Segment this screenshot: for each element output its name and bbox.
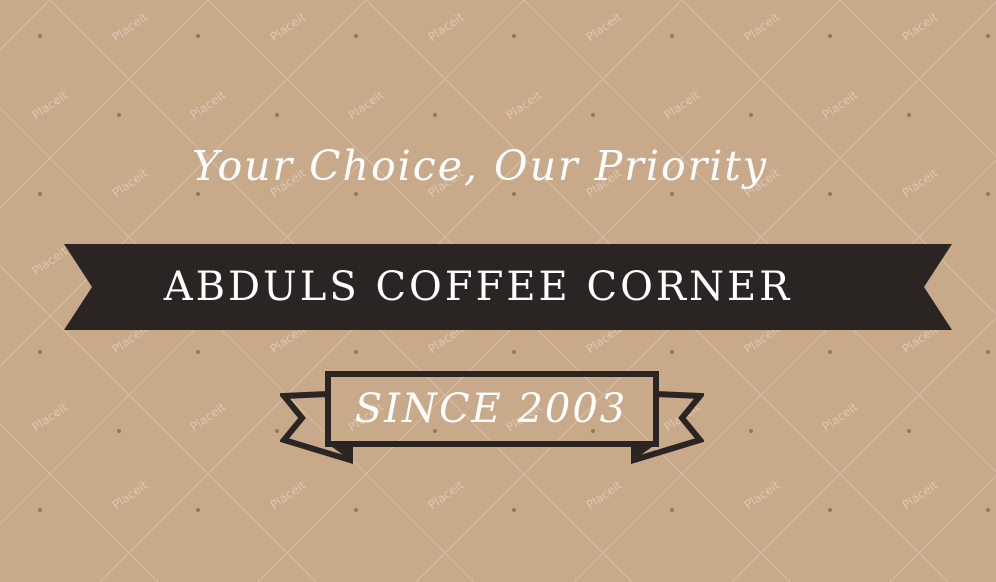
pattern-dot	[275, 113, 279, 117]
pattern-dot	[117, 429, 121, 433]
pattern-dot	[38, 192, 42, 196]
pattern-dot	[196, 508, 200, 512]
pattern-dot	[670, 350, 674, 354]
pattern-dot	[433, 113, 437, 117]
pattern-dot	[591, 113, 595, 117]
business-name: ABDULS COFFEE CORNER	[163, 264, 793, 310]
pattern-dot	[354, 34, 358, 38]
pattern-dot	[828, 508, 832, 512]
pattern-dot	[117, 113, 121, 117]
pattern-dot	[354, 192, 358, 196]
pattern-dot	[512, 34, 516, 38]
pattern-dot	[828, 34, 832, 38]
pattern-dot	[354, 350, 358, 354]
pattern-dot	[512, 350, 516, 354]
pattern-dot	[986, 350, 990, 354]
pattern-dot	[907, 429, 911, 433]
pattern-dot	[986, 508, 990, 512]
pattern-dot	[38, 350, 42, 354]
pattern-dot	[986, 192, 990, 196]
pattern-dot	[512, 192, 516, 196]
main-banner: ABDULS COFFEE CORNER	[64, 244, 952, 330]
pattern-dot	[354, 508, 358, 512]
pattern-dot	[986, 34, 990, 38]
pattern-dot	[907, 113, 911, 117]
pattern-dot	[828, 192, 832, 196]
pattern-dot	[196, 34, 200, 38]
since-ribbon: SINCE 2003	[280, 370, 704, 466]
pattern-dot	[196, 350, 200, 354]
since-text: SINCE 2003	[354, 386, 628, 432]
pattern-dot	[749, 429, 753, 433]
tagline: Your Choice, Our Priority	[191, 142, 769, 190]
pattern-dot	[38, 508, 42, 512]
pattern-dot	[38, 34, 42, 38]
pattern-dot	[670, 192, 674, 196]
pattern-dot	[749, 113, 753, 117]
pattern-dot	[196, 192, 200, 196]
pattern-dot	[828, 350, 832, 354]
pattern-dot	[670, 34, 674, 38]
pattern-dot	[512, 508, 516, 512]
pattern-dot	[670, 508, 674, 512]
pattern-dot	[275, 429, 279, 433]
